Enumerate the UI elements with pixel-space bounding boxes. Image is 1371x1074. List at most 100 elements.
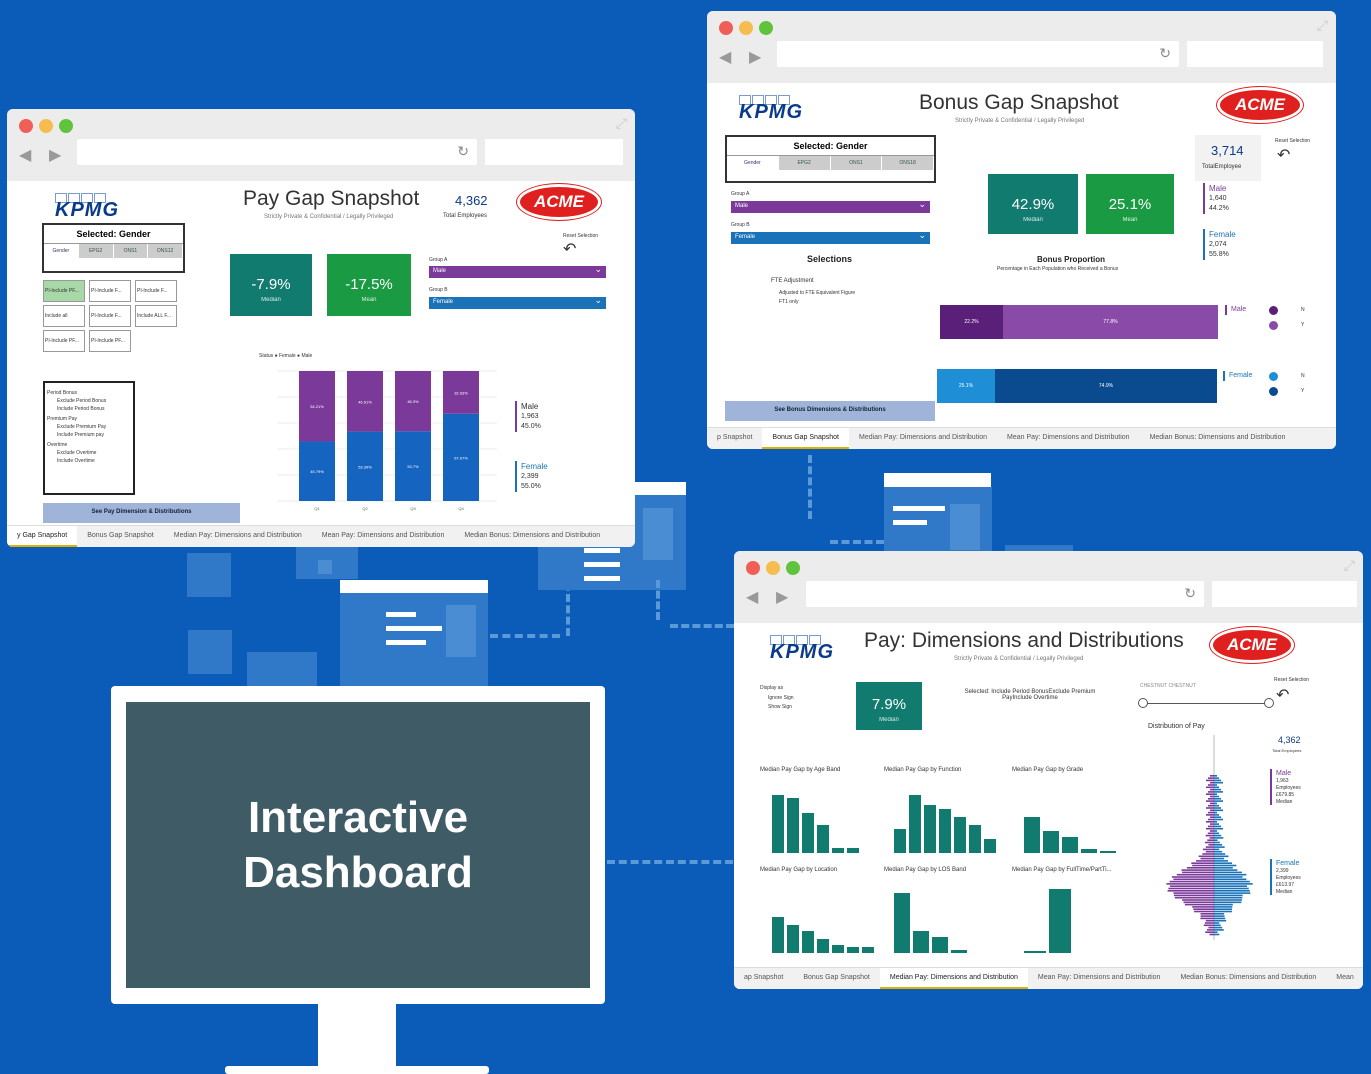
group-b-dropdown[interactable]: Female (429, 295, 606, 309)
minimize-dot-icon[interactable] (739, 21, 753, 35)
forward-icon[interactable]: ▶ (776, 587, 788, 607)
mini-chart-bar[interactable] (969, 825, 981, 853)
see-pay-dimension-button[interactable]: See Pay Dimension & Distributions (43, 503, 240, 523)
reset-icon[interactable]: ↶ (1277, 145, 1290, 165)
mini-chart-bar[interactable] (787, 925, 799, 953)
expand-icon[interactable]: ⤢ (1317, 17, 1328, 34)
segment-ons12[interactable]: ONS12 (148, 244, 183, 258)
display-option-ignore[interactable]: Ignore Sign (768, 695, 794, 701)
segment-epg2[interactable]: EPG2 (78, 244, 114, 258)
tab-median-pay[interactable]: Median Pay: Dimensions and Distribution (849, 428, 997, 449)
mini-chart-bar[interactable] (802, 931, 814, 953)
maximize-dot-icon[interactable] (759, 21, 773, 35)
group-a-dropdown[interactable]: Male (731, 199, 930, 213)
reload-icon[interactable]: ↻ (457, 143, 469, 160)
range-slider-handle[interactable] (1264, 698, 1274, 708)
mini-chart-bar[interactable] (772, 917, 784, 953)
address-bar[interactable]: ↻ (77, 139, 477, 165)
mini-chart-bar[interactable] (894, 893, 910, 953)
mini-chart-bar[interactable] (862, 947, 874, 953)
mini-chart-bar[interactable] (847, 848, 859, 853)
fte-option-adjusted[interactable]: Adjusted to FTE Equivalent Figure (779, 290, 855, 296)
segment-gender[interactable]: Gender (727, 156, 779, 170)
tab-bonus-gap-snapshot[interactable]: Bonus Gap Snapshot (762, 428, 849, 449)
address-bar[interactable]: ↻ (777, 41, 1179, 67)
mini-chart-bar[interactable] (787, 798, 799, 853)
mini-chart-bar[interactable] (1062, 837, 1078, 853)
back-icon[interactable]: ◀ (719, 47, 731, 67)
filter-tile[interactable]: PI-Include F... (89, 280, 131, 302)
forward-icon[interactable]: ▶ (749, 47, 761, 67)
mini-chart-bar[interactable] (909, 795, 921, 853)
tab-pay-gap-snapshot[interactable]: ap Snapshot (734, 968, 793, 989)
segment-gender[interactable]: Gender (44, 244, 79, 258)
mini-chart-bar[interactable] (847, 947, 859, 953)
mini-chart-bar[interactable] (1043, 831, 1059, 853)
filter-tile[interactable]: PI-Include PF... (89, 330, 131, 352)
mini-chart-bar[interactable] (1100, 851, 1116, 853)
option-exclude-period[interactable]: Exclude Period Bonus (57, 398, 106, 404)
tab-median-bonus[interactable]: Median Bonus: Dimensions and Distributio… (454, 526, 610, 547)
address-bar[interactable]: ↻ (806, 581, 1204, 607)
tab-mean-pay[interactable]: Mean Pay: Dimensions and Distribution (997, 428, 1140, 449)
option-include-premium[interactable]: Include Premium pay (57, 432, 104, 438)
mini-chart-bar[interactable] (772, 795, 784, 853)
filter-tile[interactable]: PI-Include PF... (43, 280, 85, 302)
option-include-period[interactable]: Include Period Bonus (57, 406, 105, 412)
expand-icon[interactable]: ⤢ (1344, 557, 1355, 574)
forward-icon[interactable]: ▶ (49, 145, 61, 165)
segment-epg2[interactable]: EPG2 (778, 156, 831, 170)
range-slider-handle[interactable] (1138, 698, 1148, 708)
reset-icon[interactable]: ↶ (563, 239, 576, 259)
tab-pay-gap-snapshot[interactable]: y Gap Snapshot (7, 526, 78, 547)
tab-mean-pay[interactable]: Mean Pay: Dimensions and Distribution (1028, 968, 1171, 989)
tab-median-pay[interactable]: Median Pay: Dimensions and Distribution (164, 526, 312, 547)
group-b-dropdown[interactable]: Female (731, 230, 930, 244)
mini-chart-bar[interactable] (832, 945, 844, 953)
tab-pay-gap-snapshot[interactable]: p Snapshot (707, 428, 762, 449)
option-exclude-premium[interactable]: Exclude Premium Pay (57, 424, 106, 430)
segment-ons1[interactable]: ONS1 (113, 244, 149, 258)
filter-tile[interactable]: Include ALL F... (135, 305, 177, 327)
mini-chart-bar[interactable] (939, 809, 951, 853)
close-dot-icon[interactable] (719, 21, 733, 35)
search-bar[interactable] (485, 139, 623, 165)
group-a-dropdown[interactable]: Male (429, 264, 606, 278)
mini-chart-bar[interactable] (817, 825, 829, 853)
filter-tile[interactable]: PI-Include F... (89, 305, 131, 327)
mini-chart-bar[interactable] (1049, 889, 1071, 953)
back-icon[interactable]: ◀ (19, 145, 31, 165)
mini-chart-bar[interactable] (913, 931, 929, 953)
tab-bonus-gap-snapshot[interactable]: Bonus Gap Snapshot (77, 526, 164, 547)
close-dot-icon[interactable] (19, 119, 33, 133)
minimize-dot-icon[interactable] (39, 119, 53, 133)
mini-chart-bar[interactable] (951, 950, 967, 953)
mini-chart-bar[interactable] (924, 805, 936, 853)
filter-tile[interactable]: PI-Include PF... (43, 330, 85, 352)
mini-chart-bar[interactable] (984, 839, 996, 853)
filter-tile[interactable]: PI-Include F... (135, 280, 177, 302)
fte-option-ft1[interactable]: FT1 only (779, 299, 798, 305)
maximize-dot-icon[interactable] (59, 119, 73, 133)
mini-chart-bar[interactable] (817, 939, 829, 953)
option-include-overtime[interactable]: Include Overtime (57, 458, 95, 464)
mini-chart-bar[interactable] (802, 813, 814, 853)
segment-ons18[interactable]: ONS18 (882, 156, 934, 170)
tab-median-bonus[interactable]: Median Bonus: Dimensions and Distributio… (1170, 968, 1326, 989)
mini-chart-bar[interactable] (1024, 817, 1040, 853)
mini-chart-bar[interactable] (832, 848, 844, 853)
search-bar[interactable] (1212, 581, 1357, 607)
back-icon[interactable]: ◀ (746, 587, 758, 607)
tab-mean-pay[interactable]: Mean Pay: Dimensions and Distribution (312, 526, 455, 547)
mini-chart-bar[interactable] (1081, 849, 1097, 853)
tab-bonus-gap-snapshot[interactable]: Bonus Gap Snapshot (793, 968, 880, 989)
display-option-show[interactable]: Show Sign (768, 704, 792, 710)
mini-chart-bar[interactable] (1024, 951, 1046, 953)
maximize-dot-icon[interactable] (786, 561, 800, 575)
tab-mean[interactable]: Mean (1326, 968, 1363, 989)
minimize-dot-icon[interactable] (766, 561, 780, 575)
reload-icon[interactable]: ↻ (1159, 45, 1171, 62)
option-exclude-overtime[interactable]: Exclude Overtime (57, 450, 96, 456)
mini-chart-bar[interactable] (932, 937, 948, 953)
tab-median-pay[interactable]: Median Pay: Dimensions and Distribution (879, 968, 1028, 989)
